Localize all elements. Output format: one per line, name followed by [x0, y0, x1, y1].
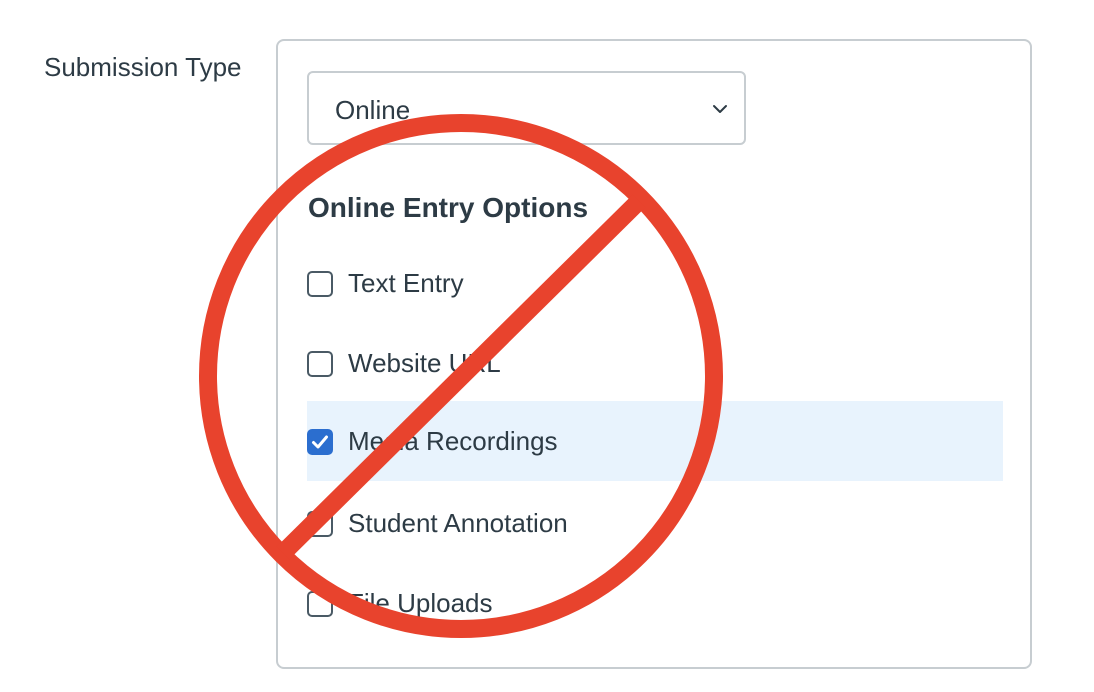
option-student-annotation[interactable]: Student Annotation: [307, 483, 1003, 563]
checkmark-icon: [312, 435, 328, 449]
option-label: Media Recordings: [348, 426, 558, 456]
option-media-recordings[interactable]: Media Recordings: [307, 401, 1003, 481]
submission-type-select[interactable]: Online: [307, 71, 746, 145]
online-entry-options-heading: Online Entry Options: [308, 192, 589, 223]
checkbox-checked[interactable]: [307, 429, 333, 455]
checkbox[interactable]: [307, 351, 333, 377]
option-label: File Uploads: [348, 588, 493, 618]
option-label: Text Entry: [348, 268, 464, 298]
option-file-uploads[interactable]: File Uploads: [307, 563, 1003, 643]
option-website-url[interactable]: Website URL: [307, 323, 1003, 403]
option-label: Website URL: [348, 348, 501, 378]
chevron-down-icon: [713, 105, 727, 113]
option-label: Student Annotation: [348, 508, 568, 538]
checkbox[interactable]: [307, 511, 333, 537]
select-value: Online: [335, 95, 411, 125]
checkbox[interactable]: [307, 271, 333, 297]
submission-type-label: Submission Type: [44, 52, 242, 82]
option-text-entry[interactable]: Text Entry: [307, 243, 1003, 323]
checkbox[interactable]: [307, 591, 333, 617]
